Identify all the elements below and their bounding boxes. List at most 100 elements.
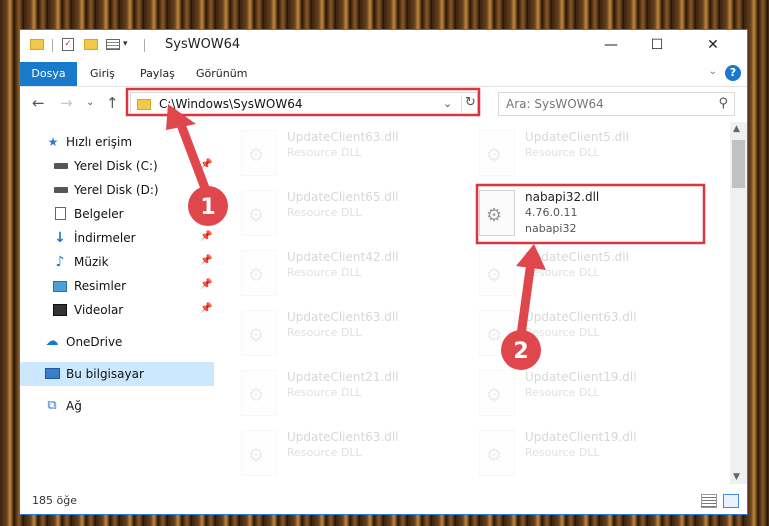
customize-toolbar-dropdown-icon[interactable]: ▾ <box>123 39 128 55</box>
sidebar-item-label: Yerel Disk (D:) <box>74 183 159 197</box>
sidebar-item-label: Bu bilgisayar <box>66 367 144 381</box>
drive-icon <box>54 187 68 193</box>
file-type: Resource DLL <box>287 386 362 399</box>
sidebar-item-label: Belgeler <box>74 207 124 221</box>
pin-icon[interactable]: 📌 <box>200 231 212 242</box>
download-icon: ↓ <box>54 230 66 246</box>
picture-icon <box>53 281 67 292</box>
gear-icon: ⚙ <box>486 145 503 166</box>
tiles-view-icon[interactable] <box>723 494 739 508</box>
up-button[interactable]: ↑ <box>106 94 119 112</box>
scroll-up-icon[interactable]: ▲ <box>733 124 740 134</box>
computer-icon <box>45 368 60 379</box>
search-icon[interactable]: ⚲ <box>718 96 728 111</box>
gear-icon: ⚙ <box>248 445 265 466</box>
tab-home[interactable]: Giriş <box>84 62 121 86</box>
forward-button[interactable]: → <box>60 94 73 112</box>
search-input[interactable]: Ara: SysWOW64 <box>506 97 604 111</box>
file-type: Resource DLL <box>287 206 362 219</box>
video-icon <box>53 304 67 316</box>
sidebar-item-videos[interactable]: Videolar 📌 <box>20 298 214 322</box>
file-tile[interactable]: ⚙ UpdateClient65.dll Resource DLL <box>239 186 474 244</box>
file-name: UpdateClient63.dll <box>287 310 399 324</box>
file-tile[interactable]: ⚙ UpdateClient63.dll Resource DLL <box>477 306 712 364</box>
sidebar-item-this-pc[interactable]: Bu bilgisayar <box>20 362 214 386</box>
title-bar: ✓ ▾ SysWOW64 — ☐ ✕ <box>20 30 747 60</box>
sidebar-item-local-disk-c[interactable]: Yerel Disk (C:) 📌 <box>20 154 214 178</box>
pin-icon[interactable]: 📌 <box>200 303 212 314</box>
sidebar-item-pictures[interactable]: Resimler 📌 <box>20 274 214 298</box>
sidebar-item-network[interactable]: ⧉ Ağ <box>20 394 214 418</box>
sidebar-item-label: Videolar <box>74 303 124 317</box>
file-name: nabapi32.dll <box>525 190 600 204</box>
file-tile[interactable]: ⚙ UpdateClient63.dll Resource DLL <box>239 306 474 364</box>
file-tile-nabapi32[interactable]: ⚙ nabapi32.dll 4.76.0.11 nabapi32 <box>477 186 712 244</box>
sidebar-item-onedrive[interactable]: ☁ OneDrive <box>20 330 214 354</box>
file-icon: ⚙ <box>241 370 277 416</box>
gear-icon: ⚙ <box>248 205 265 226</box>
sidebar-item-local-disk-d[interactable]: Yerel Disk (D:) <box>20 178 214 202</box>
file-description: nabapi32 <box>525 222 577 235</box>
file-tile[interactable]: ⚙ UpdateClient5.dll Resource DLL <box>477 246 712 304</box>
file-name: UpdateClient5.dll <box>525 250 629 264</box>
pin-icon[interactable]: 📌 <box>200 159 212 170</box>
sidebar-item-music[interactable]: ♪ Müzik 📌 <box>20 250 214 274</box>
back-button[interactable]: ← <box>32 94 45 112</box>
toolbar-separator <box>144 39 145 52</box>
file-type: Resource DLL <box>525 386 600 399</box>
help-icon[interactable]: ? <box>725 65 741 81</box>
address-path[interactable]: C:\Windows\SysWOW64 <box>159 97 303 111</box>
star-icon: ★ <box>47 135 59 149</box>
gear-icon: ⚙ <box>486 265 503 286</box>
tab-file[interactable]: Dosya <box>20 62 77 86</box>
file-icon: ⚙ <box>479 310 515 356</box>
explorer-window: ✓ ▾ SysWOW64 — ☐ ✕ Dosya Giriş Paylaş Gö… <box>19 29 748 515</box>
sidebar-item-documents[interactable]: Belgeler <box>20 202 214 226</box>
file-tile[interactable]: ⚙ UpdateClient63.dll Resource DLL <box>239 426 474 484</box>
sidebar-item-label: Hızlı erişim <box>66 135 133 149</box>
file-tile[interactable]: ⚙ UpdateClient5.dll Resource DLL <box>477 126 712 184</box>
file-icon: ⚙ <box>241 250 277 296</box>
view-properties-icon[interactable] <box>106 39 120 50</box>
folder-icon <box>30 39 44 50</box>
sidebar-item-label: OneDrive <box>66 335 123 349</box>
file-tile[interactable]: ⚙ UpdateClient63.dll Resource DLL <box>239 126 474 184</box>
folder-icon <box>137 99 151 110</box>
tab-view[interactable]: Görünüm <box>190 62 253 86</box>
gear-icon: ⚙ <box>486 325 503 346</box>
maximize-button[interactable]: ☐ <box>634 30 680 60</box>
file-name: UpdateClient5.dll <box>525 130 629 144</box>
gear-icon: ⚙ <box>248 145 265 166</box>
scrollbar-thumb[interactable] <box>732 140 745 188</box>
details-view-icon[interactable] <box>701 494 717 508</box>
file-type: Resource DLL <box>287 266 362 279</box>
search-box[interactable]: Ara: SysWOW64 ⚲ <box>498 92 735 116</box>
ribbon-expand-icon[interactable]: ⌄ <box>709 66 717 77</box>
scroll-down-icon[interactable]: ▼ <box>733 472 740 482</box>
refresh-button[interactable]: ↻ <box>461 95 479 113</box>
sidebar-item-label: Resimler <box>74 279 127 293</box>
file-tile[interactable]: ⚙ UpdateClient19.dll Resource DLL <box>477 366 712 424</box>
pin-icon[interactable]: 📌 <box>200 279 212 290</box>
sidebar-item-label: Ağ <box>66 399 82 413</box>
close-button[interactable]: ✕ <box>680 30 746 60</box>
vertical-scrollbar[interactable]: ▲ ▼ <box>730 122 747 484</box>
minimize-button[interactable]: — <box>588 30 634 60</box>
file-icon: ⚙ <box>241 430 277 476</box>
pin-icon[interactable]: 📌 <box>200 255 212 266</box>
file-name: UpdateClient63.dll <box>525 310 637 324</box>
address-dropdown-icon[interactable]: ⌄ <box>443 97 452 110</box>
file-tile[interactable]: ⚙ UpdateClient21.dll Resource DLL <box>239 366 474 424</box>
sidebar-item-downloads[interactable]: ↓ İndirmeler 📌 <box>20 226 214 250</box>
recent-locations-button[interactable]: ⌄ <box>86 97 94 108</box>
file-tile[interactable]: ⚙ UpdateClient42.dll Resource DLL <box>239 246 474 304</box>
tab-share[interactable]: Paylaş <box>134 62 181 86</box>
file-tile[interactable]: ⚙ UpdateClient19.dll Resource DLL <box>477 426 712 484</box>
sidebar-item-quick-access[interactable]: ★ Hızlı erişim <box>20 130 214 154</box>
new-folder-icon[interactable] <box>84 39 98 50</box>
cloud-icon: ☁ <box>45 334 59 349</box>
address-bar[interactable]: C:\Windows\SysWOW64 ⌄ ↻ <box>130 92 478 116</box>
gear-icon: ⚙ <box>486 385 503 406</box>
properties-check-icon[interactable]: ✓ <box>62 38 74 51</box>
file-version: 4.76.0.11 <box>525 206 578 219</box>
